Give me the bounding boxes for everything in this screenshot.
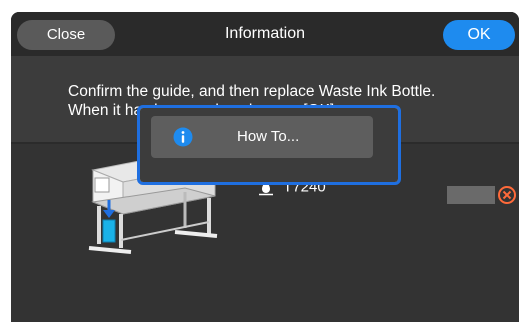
- ok-button[interactable]: OK: [443, 20, 515, 50]
- dialog-title: Information: [224, 25, 306, 42]
- info-icon: [173, 127, 193, 147]
- howto-focus-highlight: How To...: [137, 105, 401, 185]
- close-button[interactable]: Close: [17, 20, 115, 50]
- waste-ink-level-bar: [447, 186, 495, 204]
- instruction-line-1: Confirm the guide, and then replace Wast…: [68, 83, 436, 100]
- howto-panel: How To...: [140, 108, 398, 182]
- how-to-button[interactable]: How To...: [151, 116, 373, 158]
- header-bar: Close Information OK: [11, 12, 519, 56]
- error-x-icon: [498, 186, 516, 204]
- how-to-label: How To...: [237, 128, 300, 145]
